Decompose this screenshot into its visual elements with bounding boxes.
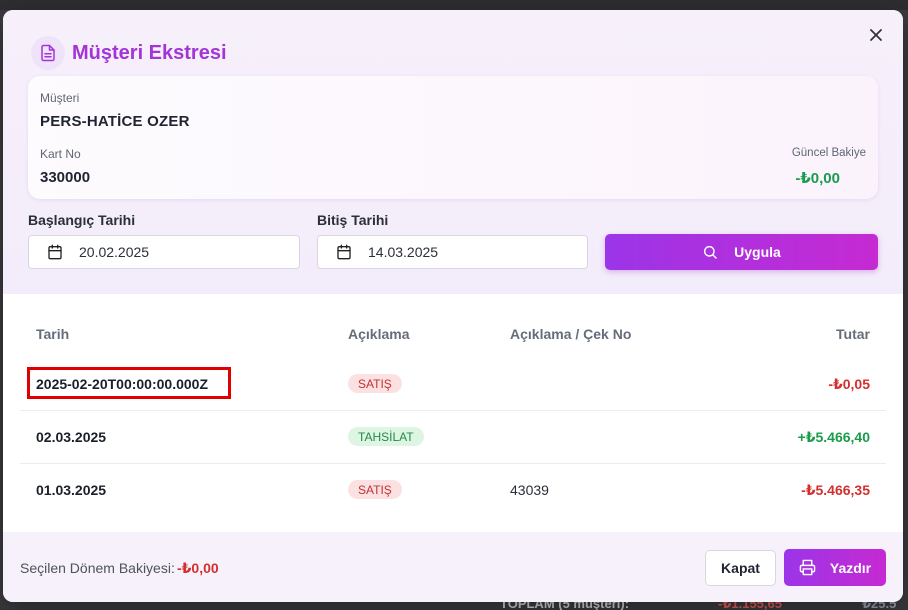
row-type-badge: SATIŞ bbox=[348, 374, 402, 393]
row-date: 02.03.2025 bbox=[36, 429, 107, 445]
highlight-box bbox=[27, 367, 231, 399]
column-header-date: Tarih bbox=[36, 326, 70, 342]
customer-label: Müşteri bbox=[40, 91, 80, 105]
end-date-value: 14.03.2025 bbox=[368, 244, 439, 260]
customer-info-card: Müşteri PERS-HATİCE OZER Kart No 330000 … bbox=[28, 76, 878, 199]
modal-footer: Seçilen Dönem Bakiyesi: -₺0,00 Kapat Yaz… bbox=[3, 532, 903, 602]
current-balance-value: -₺0,00 bbox=[795, 170, 840, 187]
close-icon[interactable] bbox=[865, 24, 887, 46]
row-amount: -₺0,05 bbox=[828, 376, 870, 392]
row-date: 01.03.2025 bbox=[36, 482, 107, 498]
modal-header-area: Müşteri Ekstresi Müşteri PERS-HATİCE OZE… bbox=[3, 10, 903, 294]
period-balance-value: -₺0,00 bbox=[177, 560, 219, 576]
apply-button[interactable]: Uygula bbox=[605, 234, 878, 270]
row-amount: -₺5.466,35 bbox=[801, 482, 870, 498]
column-header-amount: Tutar bbox=[836, 326, 870, 342]
start-date-input[interactable]: 20.02.2025 bbox=[28, 235, 300, 269]
column-header-description: Açıklama bbox=[348, 326, 410, 342]
customer-name: PERS-HATİCE OZER bbox=[40, 113, 190, 130]
printer-icon bbox=[799, 559, 816, 576]
print-button[interactable]: Yazdır bbox=[784, 549, 886, 586]
row-type-badge: TAHSİLAT bbox=[348, 427, 424, 446]
calendar-icon bbox=[337, 244, 351, 260]
table-row: 01.03.2025 SATIŞ 43039 -₺5.466,35 bbox=[20, 464, 886, 517]
calendar-icon bbox=[48, 244, 62, 260]
row-amount: +₺5.466,40 bbox=[797, 429, 870, 445]
card-no-value: 330000 bbox=[40, 169, 91, 186]
row-type-badge: SATIŞ bbox=[348, 480, 402, 499]
period-balance-label: Seçilen Dönem Bakiyesi: bbox=[20, 560, 175, 576]
card-no-label: Kart No bbox=[40, 147, 81, 161]
row-reference: 43039 bbox=[510, 482, 549, 498]
table-row: 02.03.2025 TAHSİLAT +₺5.466,40 bbox=[20, 411, 886, 464]
statement-modal: Müşteri Ekstresi Müşteri PERS-HATİCE OZE… bbox=[3, 10, 903, 602]
search-icon bbox=[704, 245, 717, 259]
end-date-label: Bitiş Tarihi bbox=[317, 212, 389, 228]
background-page bbox=[0, 0, 908, 10]
print-button-label: Yazdır bbox=[829, 559, 872, 576]
document-icon bbox=[31, 36, 65, 70]
start-date-value: 20.02.2025 bbox=[79, 244, 150, 260]
current-balance-label: Güncel Bakiye bbox=[791, 147, 866, 159]
close-button[interactable]: Kapat bbox=[705, 550, 776, 586]
modal-title: Müşteri Ekstresi bbox=[72, 42, 227, 64]
apply-button-label: Uygula bbox=[734, 244, 781, 260]
start-date-label: Başlangıç Tarihi bbox=[28, 212, 136, 228]
end-date-input[interactable]: 14.03.2025 bbox=[317, 235, 588, 269]
column-header-check-no: Açıklama / Çek No bbox=[510, 326, 632, 342]
